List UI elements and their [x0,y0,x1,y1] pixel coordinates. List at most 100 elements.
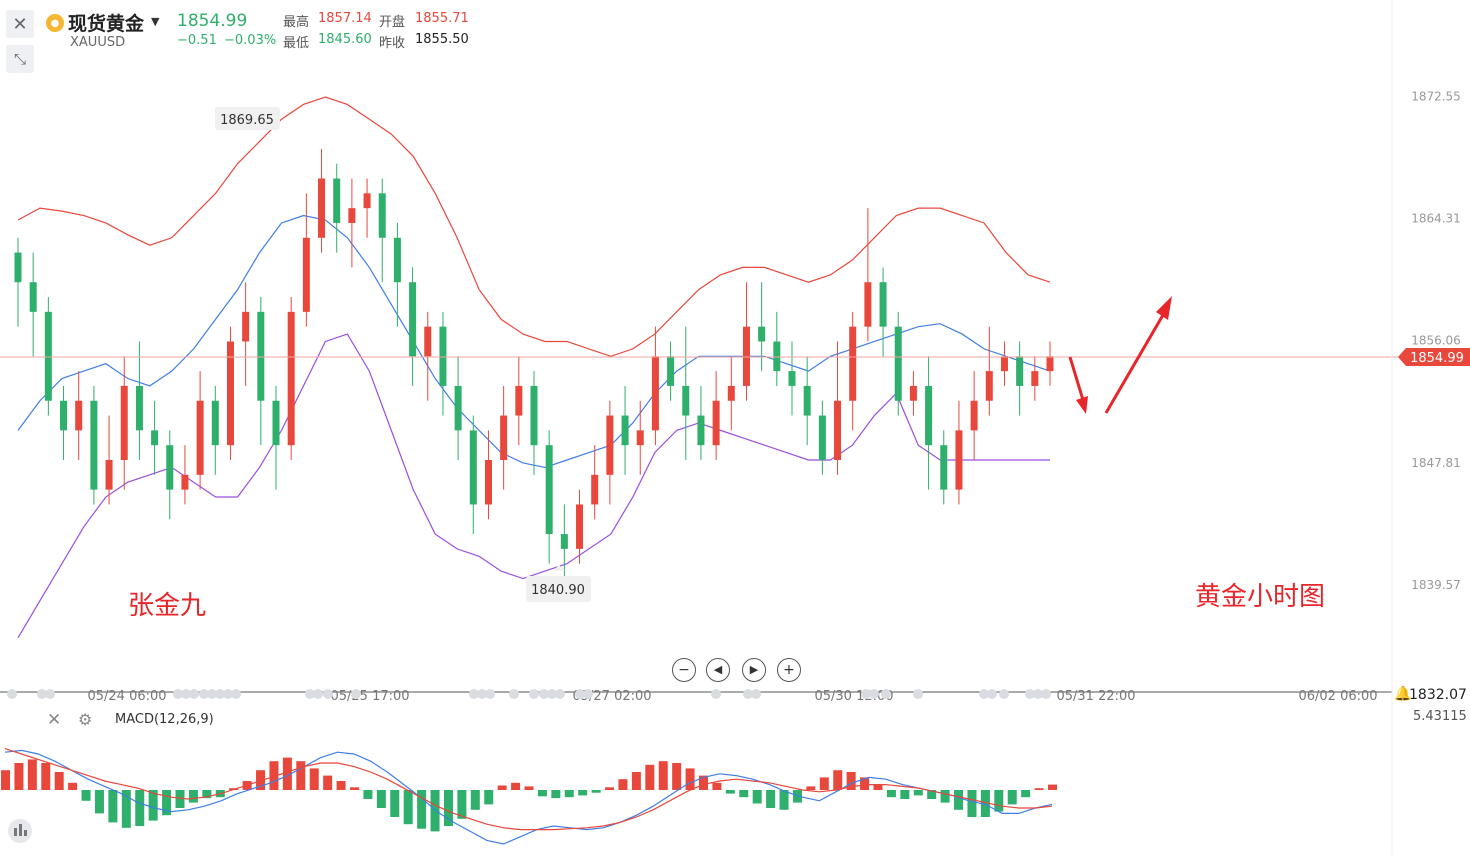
candle-body [606,415,614,475]
macd-histogram-bar [954,790,964,810]
macd-histogram-bar [363,790,373,799]
candle-body [985,371,993,401]
event-marker [881,689,891,699]
candle-body [560,534,568,549]
macd-histogram-bar [497,785,507,790]
candle-body [940,445,948,490]
candle-body [727,385,735,401]
macd-histogram-bar [564,790,574,798]
low-value: 1845.60 [318,32,372,47]
event-marker [509,689,519,699]
macd-histogram-bar [430,790,440,832]
down-arrow-annotation [1068,356,1088,414]
candle-body [29,282,37,312]
zoom-in-button[interactable]: + [777,658,801,682]
macd-histogram-bar [484,790,494,805]
y-tick-label: 1872.55 [1411,89,1461,103]
macd-histogram-bar [390,790,400,817]
close-button[interactable]: ✕ [6,10,34,38]
candle-body [1046,356,1054,372]
macd-histogram-bar [537,790,547,797]
candle-body [211,400,219,446]
candle-body [439,326,447,386]
macd-histogram-bar [873,784,883,790]
candle-body [242,311,250,342]
macd-histogram-bar [685,768,695,790]
event-marker [1041,689,1051,699]
candle-body [14,252,22,283]
instrument-name[interactable]: 现货黄金 [68,9,144,36]
candle-body [393,237,401,283]
event-marker [583,689,593,699]
candle-body [834,400,842,460]
y-tick-label: 1839.57 [1411,578,1461,592]
macd-histogram-bar [940,790,950,803]
macd-histogram-bar [1007,790,1017,805]
candle-body [864,282,872,327]
event-marker [313,689,323,699]
collapse-button[interactable]: ⤡ [6,45,34,73]
macd-histogram-bar [27,759,37,790]
candle-body [925,385,933,446]
candle-body [515,385,523,416]
candle-body [1000,356,1008,372]
macd-histogram-bar [819,777,829,790]
high-marker: 1869.65 [215,107,280,130]
candle-body [484,460,492,505]
macd-histogram-bar [41,763,51,790]
gear-icon[interactable]: ⚙ [78,710,92,729]
macd-histogram-bar [913,790,923,796]
candle-body [196,400,204,475]
macd-histogram-bar [551,790,561,799]
candle-body [682,385,690,416]
event-marker [45,689,55,699]
candle-body [287,311,295,446]
macd-histogram-bar [779,790,789,810]
high-marker-label: 1869.65 [220,113,274,128]
zoom-out-button[interactable]: − [672,658,696,682]
macd-histogram-bar [967,790,977,817]
candle-body [803,385,811,416]
candle-body [712,400,720,446]
up-arrow-annotation [1104,296,1172,414]
macd-histogram-bar [672,763,682,790]
low-marker-label: 1840.90 [531,583,585,598]
scroll-right-button[interactable]: ▶ [742,658,766,682]
x-tick-label: 05/31 22:00 [1056,689,1135,704]
candle-body [181,474,189,490]
macd-histogram-bar [524,786,534,790]
macd-pane [1,748,1057,845]
x-tick-label: 05/25 17:00 [330,689,409,704]
macd-histogram-bar [470,790,480,810]
macd-histogram-bar [68,782,78,790]
current-price-value: 1854.99 [1410,351,1464,366]
macd-histogram-bar [323,775,333,790]
current-price-tag: 1854.99 [1398,348,1470,366]
macd-histogram-bar [631,772,641,790]
candle-body [454,385,462,431]
price-change: −0.51 [177,33,217,48]
macd-histogram-bar [81,790,91,801]
candle-body [909,385,917,401]
macd-title: MACD(12,26,9) [115,712,214,727]
x-axis: 05/24 06:00 05/25 17:00 05/27 02:00 05/30 1… [7,689,1378,704]
close-icon[interactable]: ✕ [47,710,61,730]
macd-histogram-bar [725,790,735,794]
candle-body [318,178,326,238]
candle-body [1031,371,1039,386]
candle-body [879,282,887,327]
macd-histogram-bar [618,779,628,790]
bell-icon[interactable]: 🔔 [1394,685,1411,702]
scroll-left-button[interactable]: ◀ [706,658,730,682]
open-label: 开盘 [379,15,406,30]
macd-histogram-bar [766,790,776,808]
author-annotation: 张金九 [128,591,206,621]
high-value: 1857.14 [318,11,372,26]
candle-body [166,445,174,490]
instrument-symbol: XAUUSD [70,35,126,50]
macd-histogram-bar [900,790,910,799]
chevron-down-icon[interactable]: ▼ [151,15,159,28]
macd-histogram-bar [135,790,145,826]
candle-body [788,371,796,386]
candle-body [818,415,826,460]
